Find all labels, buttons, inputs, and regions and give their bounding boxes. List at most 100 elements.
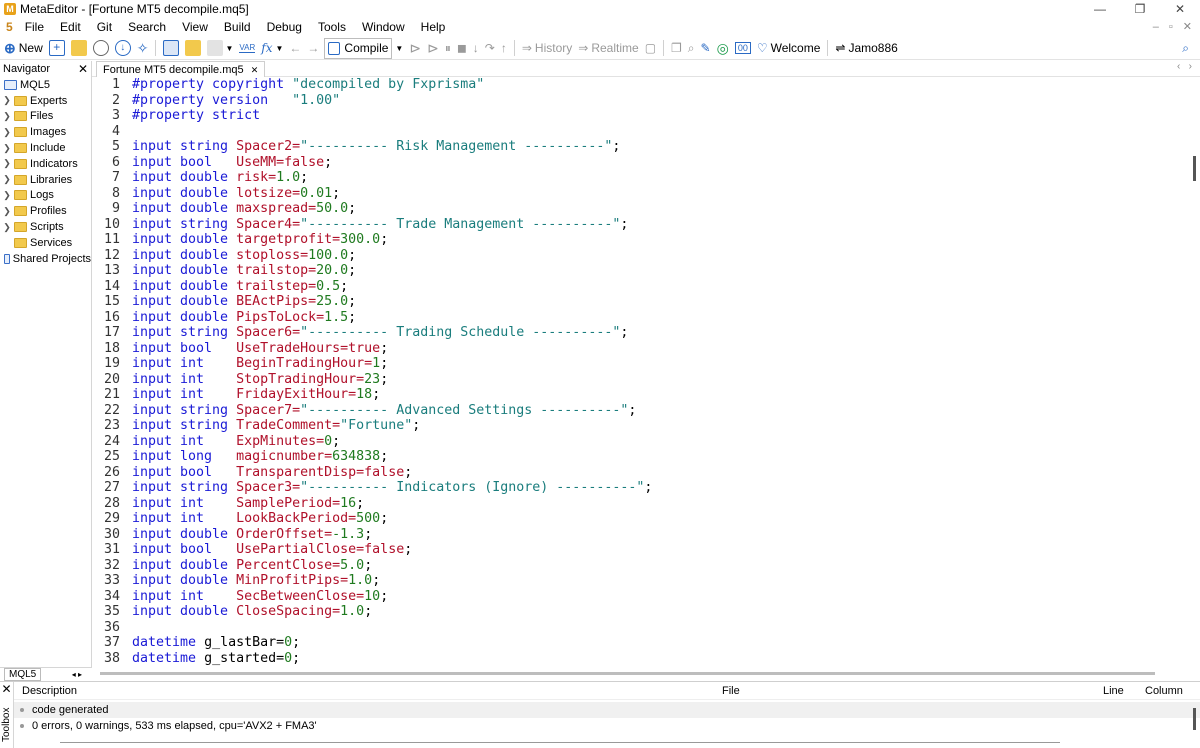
account-button[interactable]: ⇌ Jamo886 [832,38,900,59]
back-button[interactable]: ← [286,38,304,59]
compile-button[interactable]: Compile [324,37,393,59]
chevron-right-icon[interactable]: ❯ [0,143,14,154]
styler-button[interactable]: ✎ [698,38,714,59]
menu-debug[interactable]: Debug [259,18,310,37]
code-line[interactable]: 35 input double CloseSpacing= 1.0; [92,604,1182,620]
chevron-right-icon[interactable]: ❯ [0,174,14,185]
mdi-minimize-icon[interactable]: – [1153,18,1159,37]
mdi-restore-icon[interactable]: ▫ [1169,18,1173,37]
code-line[interactable]: 5 input string Spacer2= "---------- Risk M… [92,139,1182,155]
search-button[interactable]: ⌕ [1179,38,1192,59]
horizontal-scrollbar-thumb[interactable] [100,672,1155,675]
code-line[interactable]: 3 #property strict [92,108,1182,124]
column-description[interactable]: Description [22,685,77,697]
code-line[interactable]: 30 input double OrderOffset= -1.3; [92,527,1182,543]
code-area[interactable]: 1 #property copyright "decompiled by Fxpr… [92,77,1182,666]
save-button[interactable] [90,38,112,59]
minimize-button[interactable]: — [1080,0,1120,18]
mdi-close-icon[interactable]: ✕ [1183,18,1192,37]
code-line[interactable]: 37 datetime g_lastBar= 0; [92,635,1182,651]
step-into-button[interactable]: ↓ [470,38,482,59]
code-line[interactable]: 16 input double PipsToLock= 1.5; [92,310,1182,326]
code-line[interactable]: 33 input double MinProfitPips= 1.0; [92,573,1182,589]
code-line[interactable]: 8 input double lotsize= 0.01; [92,186,1182,202]
chevron-right-icon[interactable]: ❯ [0,206,14,217]
menu-view[interactable]: View [174,18,216,37]
tools-button[interactable]: ▼ [204,38,236,59]
menu-window[interactable]: Window [354,18,413,37]
chevron-right-icon[interactable]: ❯ [0,127,14,138]
toolbox-scrollbar-thumb[interactable] [1193,708,1196,730]
code-line[interactable]: 2 #property version "1.00" [92,93,1182,109]
tab-scroll-arrows[interactable]: ‹ › [1177,61,1192,72]
realtime-button[interactable]: ⇒ Realtime [575,38,641,59]
welcome-button[interactable]: ♡ Welcome [754,38,824,59]
tree-item-images[interactable]: ❯ Images [0,124,91,140]
menu-help[interactable]: Help [413,18,454,37]
tab-scroll-arrows[interactable]: ◂ ▸ [72,670,92,679]
tree-item-shared-projects[interactable]: Shared Projects [0,251,91,267]
message-row[interactable]: code generated [14,702,1200,718]
tree-item-indicators[interactable]: ❯ Indicators [0,156,91,172]
code-line[interactable]: 18 input bool UseTradeHours= true; [92,341,1182,357]
code-line[interactable]: 27 input string Spacer3= "---------- Indic… [92,480,1182,496]
close-button[interactable]: ✕ [1160,0,1200,18]
code-line[interactable]: 31 input bool UsePartialClose= false; [92,542,1182,558]
menu-tools[interactable]: Tools [310,18,354,37]
code-line[interactable]: 22 input string Spacer7= "---------- Advan… [92,403,1182,419]
menu-search[interactable]: Search [120,18,174,37]
compile-dropdown-button[interactable]: ▼ [392,38,406,59]
code-line[interactable]: 13 input double trailstop= 20.0; [92,263,1182,279]
profiling-stop-button[interactable]: ▢ [642,38,659,59]
new-button[interactable]: ⊕ New [0,38,46,59]
history-button[interactable]: ⇒ History [519,38,575,59]
menu-edit[interactable]: Edit [52,18,89,37]
code-line[interactable]: 10 input string Spacer4= "---------- Trade… [92,217,1182,233]
chevron-right-icon[interactable]: ❯ [0,95,14,106]
column-column[interactable]: Column [1145,685,1183,697]
code-line[interactable]: 26 input bool TransparentDisp= false; [92,465,1182,481]
menu-file[interactable]: File [17,18,52,37]
code-line[interactable]: 14 input double trailstep= 0.5; [92,279,1182,295]
tree-item-experts[interactable]: ❯ Experts [0,93,91,109]
code-line[interactable]: 25 input long magicnumber= 634838; [92,449,1182,465]
maximize-button[interactable]: ❐ [1120,0,1160,18]
code-line[interactable]: 7 input double risk= 1.0; [92,170,1182,186]
code-line[interactable]: 17 input string Spacer6= "---------- Tradi… [92,325,1182,341]
tree-item-logs[interactable]: ❯ Logs [0,188,91,204]
chevron-right-icon[interactable]: ❯ [0,222,14,233]
code-line[interactable]: 32 input double PercentClose= 5.0; [92,558,1182,574]
code-line[interactable]: 11 input double targetprofit= 300.0; [92,232,1182,248]
code-line[interactable]: 9 input double maxspread= 50.0; [92,201,1182,217]
tab-fortune-mt5-decompile[interactable]: Fortune MT5 decompile.mq5 ✕ [96,60,266,77]
close-tab-icon[interactable]: ✕ [251,65,259,75]
code-line[interactable]: 6 input bool UseMM= false; [92,155,1182,171]
tree-item-services[interactable]: Services [0,235,91,251]
code-line[interactable]: 1 #property copyright "decompiled by Fxpr… [92,77,1182,93]
add-button[interactable]: + [46,38,68,59]
code-line[interactable]: 36 [92,620,1182,636]
ai-button[interactable]: ✧ [134,38,152,59]
debug-real-button[interactable]: ⊳ [406,38,424,59]
copy-button[interactable]: ❐ [668,38,685,59]
code-line[interactable]: 38 datetime g_started= 0; [92,651,1182,667]
layout-button[interactable] [160,38,182,59]
metaquotes-button[interactable]: ◎ [714,38,732,59]
column-line[interactable]: Line [1103,685,1124,697]
pause-button[interactable]: ⏸ [442,38,454,59]
code-line[interactable]: 21 input int FridayExitHour= 18; [92,387,1182,403]
fx-button[interactable]: fx ▼ [258,38,286,59]
code-line[interactable]: 28 input int SamplePeriod= 16; [92,496,1182,512]
var-button[interactable]: VAR [236,38,258,59]
chevron-right-icon[interactable]: ❯ [0,111,14,122]
code-line[interactable]: 19 input int BeginTradingHour= 1; [92,356,1182,372]
find-button[interactable]: ⌕ [685,38,698,59]
tree-item-libraries[interactable]: ❯ Libraries [0,172,91,188]
tree-item-files[interactable]: ❯ Files [0,109,91,125]
code-line[interactable]: 24 input int ExpMinutes= 0; [92,434,1182,450]
open-button[interactable] [68,38,90,59]
terminal-button[interactable]: 00 [732,38,754,59]
code-line[interactable]: 12 input double stoploss= 100.0; [92,248,1182,264]
menu-build[interactable]: Build [216,18,259,37]
menu-git[interactable]: Git [89,18,120,37]
